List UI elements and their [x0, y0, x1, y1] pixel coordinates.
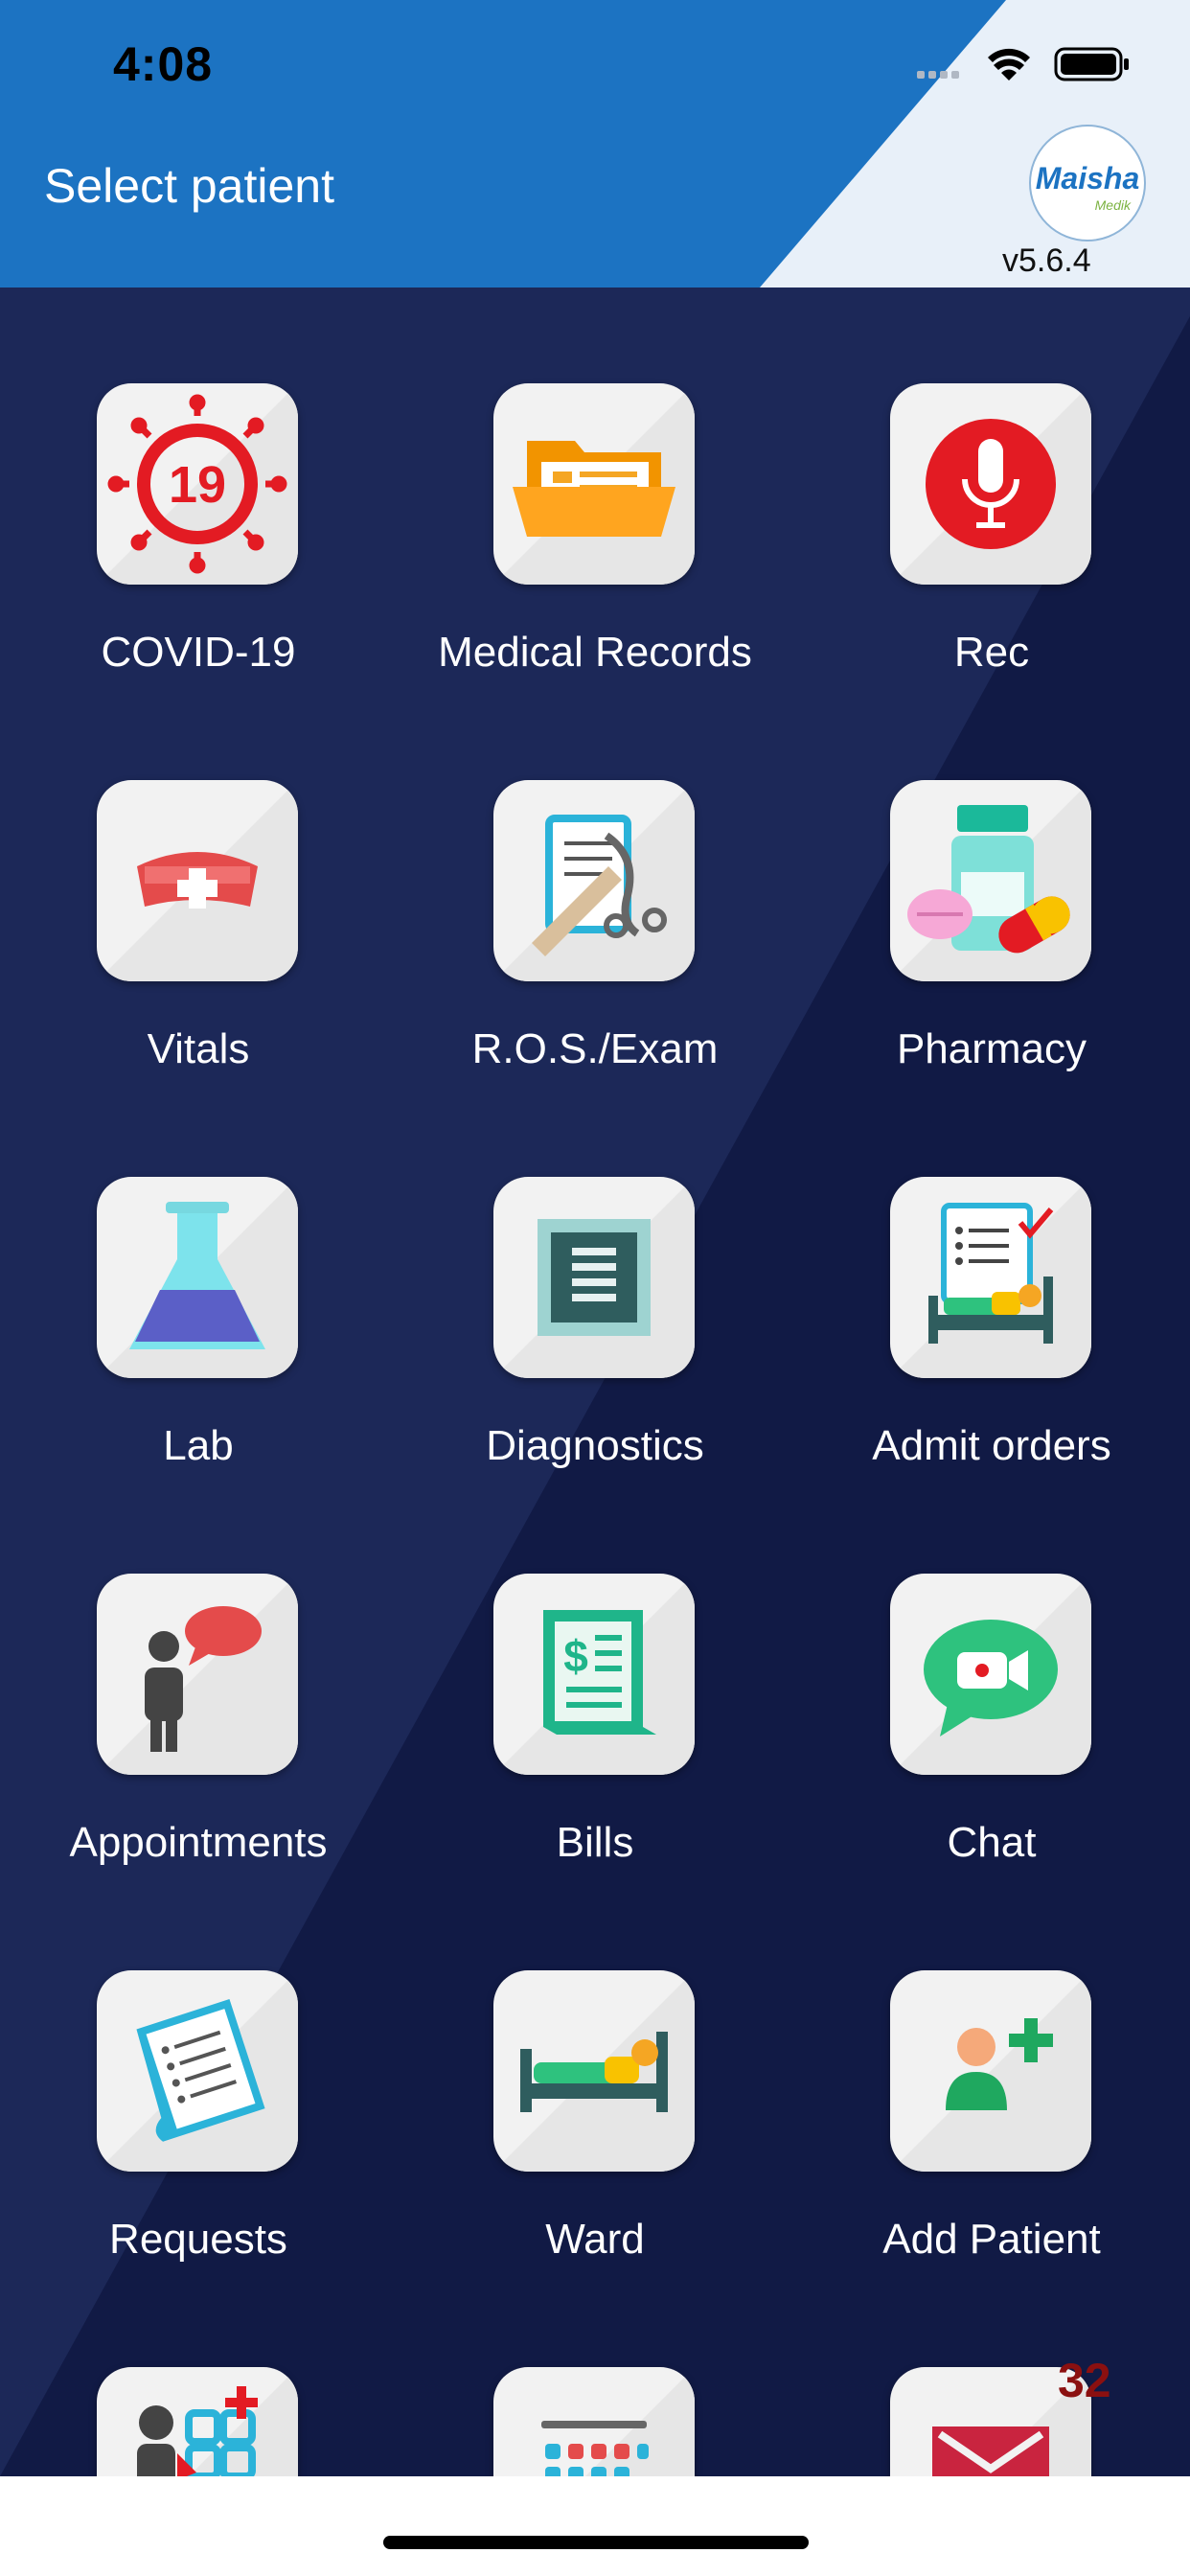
request-list-icon: [136, 1998, 265, 2142]
tile-box: [493, 1177, 695, 1378]
flask-icon: [129, 1202, 265, 1349]
tile-box: [97, 1970, 298, 2172]
tile-label: Lab: [163, 1422, 234, 1469]
menu-grid: 19 COVID-19 Medical Records Rec Vitals R…: [0, 288, 1190, 2476]
svg-text:$: $: [563, 1631, 588, 1681]
tile-people-grid[interactable]: [0, 2271, 397, 2476]
tile-diagnostics[interactable]: Diagnostics: [397, 1081, 793, 1478]
nurse-cap-icon: [137, 852, 258, 908]
page-title: Select patient: [44, 159, 334, 213]
tile-box: [890, 1574, 1091, 1775]
tile-ros-exam[interactable]: R.O.S./Exam: [397, 684, 793, 1081]
tile-label: R.O.S./Exam: [471, 1025, 719, 1072]
tile-label: Requests: [109, 2216, 287, 2263]
tile-box: 19: [97, 383, 298, 585]
tile-box: [890, 1970, 1091, 2172]
header: 4:08 Select patient Maisha Medik v5.6.4: [0, 0, 1190, 288]
tile-ward[interactable]: Ward: [397, 1874, 793, 2271]
tile-box: [493, 2367, 695, 2476]
tile-requests[interactable]: Requests: [0, 1874, 397, 2271]
status-icons: [917, 47, 1129, 81]
tile-box: [97, 1177, 298, 1378]
video-chat-icon: [924, 1620, 1058, 1736]
stethoscope-clipboard-icon: [532, 815, 667, 956]
tile-box: [890, 1177, 1091, 1378]
tile-chat[interactable]: Chat: [793, 1478, 1190, 1874]
signal-icon: [917, 71, 959, 79]
logo-text: Maisha: [1035, 161, 1140, 196]
tile-label: COVID-19: [101, 629, 296, 676]
tile-appointments[interactable]: Appointments: [0, 1478, 397, 1874]
tile-covid-19[interactable]: 19 COVID-19: [0, 288, 397, 684]
tile-admit-orders[interactable]: Admit orders: [793, 1081, 1190, 1478]
people-grid-icon: [137, 2386, 258, 2476]
app-logo: Maisha Medik: [1029, 125, 1146, 242]
tile-box: [493, 780, 695, 981]
tile-label: Add Patient: [882, 2216, 1101, 2263]
calendar-icon: [541, 2421, 649, 2476]
tile-bills[interactable]: $ Bills: [397, 1478, 793, 1874]
tile-medical-records[interactable]: Medical Records: [397, 288, 793, 684]
covid-19-icon: 19: [107, 394, 287, 574]
tile-box: [97, 2367, 298, 2476]
tile-box: [97, 780, 298, 981]
version-label: v5.6.4: [1002, 242, 1091, 279]
tile-box: [493, 1970, 695, 2172]
pills-bottle-icon: [907, 805, 1070, 954]
add-person-icon: [946, 2018, 1053, 2110]
document-icon: [538, 1219, 651, 1336]
tile-label: Admit orders: [872, 1422, 1111, 1469]
person-speech-icon: [145, 1606, 262, 1752]
tile-box: [890, 383, 1091, 585]
tile-vitals[interactable]: Vitals: [0, 684, 397, 1081]
tile-label: Diagnostics: [486, 1422, 704, 1469]
tile-box: [97, 1574, 298, 1775]
tile-box: [493, 383, 695, 585]
ward-bed-icon: [520, 2032, 668, 2112]
logo-subtext: Medik: [1094, 197, 1131, 213]
tile-add-patient[interactable]: Add Patient: [793, 1874, 1190, 2271]
tile-label: Bills: [556, 1819, 634, 1866]
hospital-bed-checklist-icon: [928, 1203, 1054, 1344]
tile-label: Medical Records: [438, 629, 752, 676]
battery-icon: [1054, 47, 1129, 81]
tile-label: Ward: [545, 2216, 645, 2263]
notification-count: 32: [1058, 2354, 1111, 2407]
home-indicator[interactable]: [383, 2536, 809, 2549]
tile-lab[interactable]: Lab: [0, 1081, 397, 1478]
tile-label: Chat: [947, 1819, 1037, 1866]
tile-pharmacy[interactable]: Pharmacy: [793, 684, 1190, 1081]
tile-mail[interactable]: [793, 2271, 1190, 2476]
tile-calendar[interactable]: [397, 2271, 793, 2476]
tile-rec[interactable]: Rec: [793, 288, 1190, 684]
tile-label: Rec: [953, 629, 1030, 676]
tile-label: Vitals: [147, 1025, 250, 1072]
wifi-icon: [988, 48, 1030, 80]
tile-label: Appointments: [69, 1819, 328, 1866]
status-time: 4:08: [113, 37, 214, 91]
folder-icon: [513, 441, 675, 537]
microphone-icon: [926, 419, 1056, 549]
tile-box: [890, 780, 1091, 981]
tile-label: Pharmacy: [896, 1025, 1087, 1072]
dollar-receipt-icon: $: [543, 1610, 656, 1735]
svg-text:19: 19: [169, 456, 226, 514]
tile-box: $: [493, 1574, 695, 1775]
home-indicator-area: [0, 2476, 1190, 2576]
